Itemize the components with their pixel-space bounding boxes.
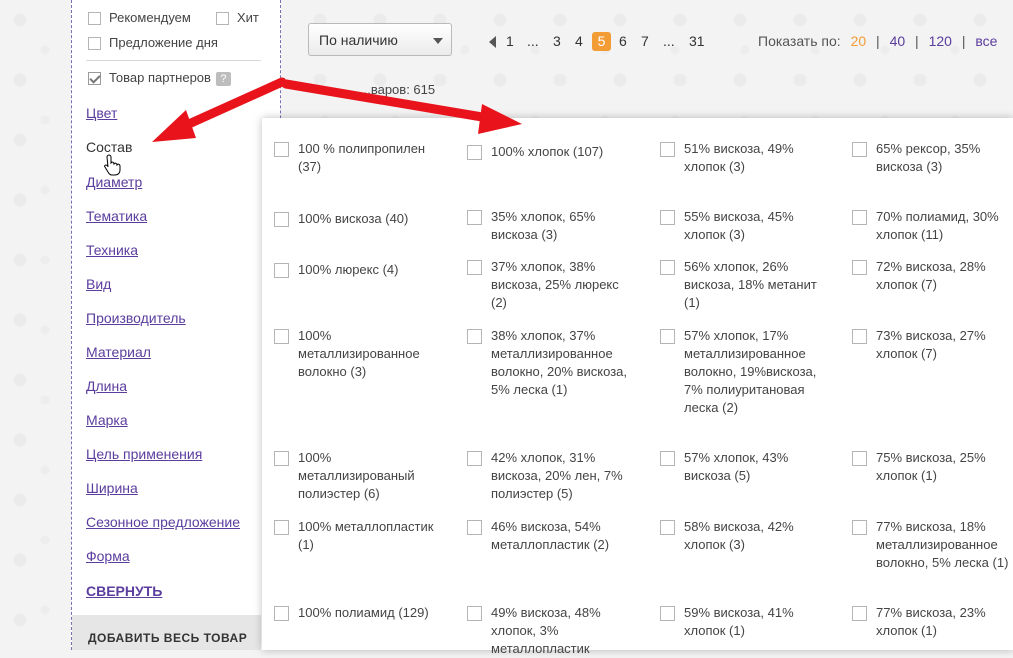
option-checkbox[interactable] [660, 260, 675, 275]
page-31[interactable]: 31 [689, 33, 705, 49]
option-checkbox[interactable] [467, 329, 482, 344]
per-page-20[interactable]: 20 [851, 33, 867, 49]
deal-of-day-checkbox[interactable] [88, 37, 101, 51]
option-checkbox[interactable] [274, 606, 289, 621]
add-all-goods-label: ДОБАВИТЬ ВЕСЬ ТОВАР [88, 631, 248, 645]
page-5-current[interactable]: 5 [592, 32, 611, 51]
filter-manufacturer[interactable]: Производитель [86, 310, 186, 326]
option-checkbox[interactable] [852, 260, 867, 275]
page-3[interactable]: 3 [553, 33, 561, 49]
collapse-button[interactable]: СВЕРНУТЬ [86, 583, 162, 599]
filter-composition[interactable]: Состав [86, 139, 132, 155]
separator: | [876, 33, 880, 49]
recommend-checkbox[interactable] [88, 12, 101, 26]
filter-shape[interactable]: Форма [86, 548, 130, 564]
option-checkbox[interactable] [852, 329, 867, 344]
per-page-120[interactable]: 120 [929, 33, 952, 49]
filter-material[interactable]: Материал [86, 344, 151, 360]
prev-page-icon[interactable] [489, 36, 496, 48]
option-checkbox[interactable] [274, 520, 289, 535]
separator: | [915, 33, 919, 49]
page-4[interactable]: 4 [575, 33, 583, 49]
goods-count: ...варов: 615 [360, 82, 436, 97]
option-checkbox[interactable] [467, 451, 482, 466]
page-ellipsis: ... [663, 33, 675, 49]
partner-goods-label: Товар партнеров [109, 70, 211, 85]
option-checkbox[interactable] [467, 145, 482, 160]
filter-seasonal[interactable]: Сезонное предложение [86, 514, 240, 530]
page-7[interactable]: 7 [641, 33, 649, 49]
chevron-down-icon [433, 38, 443, 44]
page-6[interactable]: 6 [619, 33, 627, 49]
filter-color[interactable]: Цвет [86, 105, 117, 121]
option-checkbox[interactable] [852, 606, 867, 621]
option-checkbox[interactable] [467, 520, 482, 535]
per-page-40[interactable]: 40 [890, 33, 906, 49]
partner-goods-checkbox[interactable] [88, 72, 101, 86]
option-checkbox[interactable] [660, 606, 675, 621]
hit-label: Хит [237, 10, 259, 25]
filter-recommend[interactable]: Рекомендуем [88, 10, 191, 26]
option-checkbox[interactable] [274, 142, 289, 157]
add-all-goods-button[interactable]: ДОБАВИТЬ ВЕСЬ ТОВАР [72, 615, 261, 650]
page-ellipsis: ... [527, 33, 539, 49]
sort-dropdown[interactable]: По наличию [308, 23, 452, 56]
filter-partner-goods[interactable]: Товар партнеров? [88, 70, 231, 86]
filter-width[interactable]: Ширина [86, 480, 138, 496]
option-checkbox[interactable] [274, 263, 289, 278]
per-page-all[interactable]: все [975, 33, 997, 49]
option-checkbox[interactable] [852, 451, 867, 466]
hit-checkbox[interactable] [216, 12, 229, 26]
separator: | [961, 33, 966, 49]
deal-of-day-label: Предложение дня [109, 35, 218, 50]
sort-value: По наличию [319, 32, 398, 48]
option-checkbox[interactable] [852, 210, 867, 225]
per-page-selector: Показать по: 20 | 40 | 120 | все [758, 33, 997, 49]
hand-cursor-icon [104, 154, 121, 176]
filter-type[interactable]: Вид [86, 276, 111, 292]
option-checkbox[interactable] [660, 142, 675, 157]
sidebar-divider [86, 60, 261, 61]
option-checkbox[interactable] [660, 210, 675, 225]
option-checkbox[interactable] [660, 329, 675, 344]
filter-diameter[interactable]: Диаметр [86, 174, 142, 190]
recommend-label: Рекомендуем [109, 10, 191, 25]
filter-purpose[interactable]: Цель применения [86, 446, 202, 462]
filter-deal-of-day[interactable]: Предложение дня [88, 35, 218, 51]
filter-technique[interactable]: Техника [86, 242, 138, 258]
page-1[interactable]: 1 [506, 33, 514, 49]
option-checkbox[interactable] [467, 606, 482, 621]
per-page-label: Показать по: [758, 33, 841, 49]
option-checkbox[interactable] [467, 260, 482, 275]
help-icon[interactable]: ? [215, 71, 231, 86]
option-checkbox[interactable] [274, 451, 289, 466]
option-checkbox[interactable] [852, 142, 867, 157]
filter-brand[interactable]: Марка [86, 412, 128, 428]
option-checkbox[interactable] [274, 212, 289, 227]
option-checkbox[interactable] [467, 210, 482, 225]
filter-hit[interactable]: Хит [216, 10, 259, 26]
option-checkbox[interactable] [660, 520, 675, 535]
filter-theme[interactable]: Тематика [86, 208, 147, 224]
option-checkbox[interactable] [274, 329, 289, 344]
option-checkbox[interactable] [852, 520, 867, 535]
option-checkbox[interactable] [660, 451, 675, 466]
filter-length[interactable]: Длина [86, 378, 127, 394]
